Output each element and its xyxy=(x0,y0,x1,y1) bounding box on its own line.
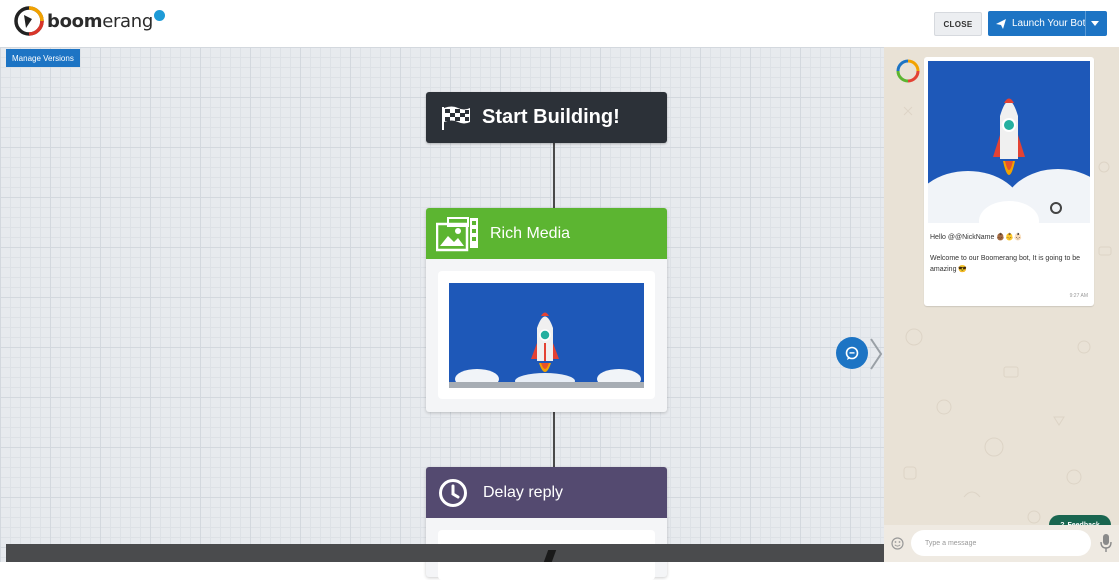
logo-mark-icon xyxy=(14,6,44,36)
chat-message-bubble: Hello @@NickName 👶🏾👶👶🏻 Welcome to our Bo… xyxy=(924,57,1094,306)
emoji-icon[interactable] xyxy=(891,537,904,550)
chat-preview-toggle-button[interactable] xyxy=(836,337,868,369)
media-gallery-icon xyxy=(436,216,478,251)
message-composer xyxy=(884,525,1119,562)
launch-bot-button[interactable]: Launch Your Bot xyxy=(988,11,1107,36)
delay-reply-header: Delay reply xyxy=(426,467,667,518)
microphone-icon[interactable] xyxy=(1100,533,1112,553)
start-building-node[interactable]: Start Building! xyxy=(426,92,667,143)
delay-reply-title: Delay reply xyxy=(483,483,564,501)
bottom-toolbar-strip xyxy=(6,544,884,562)
chat-bubble-icon xyxy=(845,346,859,360)
logo-text: boomerang xyxy=(47,10,154,32)
rich-media-node[interactable]: Rich Media xyxy=(426,208,667,412)
start-node-title: Start Building! xyxy=(482,106,620,128)
logo-badge xyxy=(154,9,166,21)
launch-bot-label: Launch Your Bot xyxy=(1012,18,1086,29)
chat-hello-text: Hello @@NickName 👶🏾👶👶🏻 xyxy=(930,234,1023,241)
checkered-flag-icon xyxy=(442,106,470,130)
rocket-illustration xyxy=(449,283,644,388)
launch-split-divider xyxy=(1085,11,1086,36)
manage-versions-button[interactable]: Manage Versions xyxy=(6,49,80,67)
flow-connector xyxy=(553,412,555,467)
rich-media-card[interactable] xyxy=(438,271,655,399)
rich-media-title: Rich Media xyxy=(490,224,571,242)
top-bar: boomerang CLOSE Launch Your Bot xyxy=(0,0,1119,46)
flow-canvas[interactable]: Manage Versions Start Building! Rich Med… xyxy=(0,47,884,580)
chat-welcome-text: Welcome to our Boomerang bot, It is goin… xyxy=(930,255,1081,273)
bot-avatar-icon xyxy=(896,59,920,83)
chevron-down-icon[interactable] xyxy=(1091,21,1099,26)
toolbar-mark xyxy=(543,550,557,562)
flow-connector xyxy=(553,143,555,208)
boomerang-logo[interactable]: boomerang xyxy=(14,6,166,36)
paper-plane-icon xyxy=(996,18,1006,29)
message-timestamp: 9:27 AM xyxy=(1069,293,1088,299)
rich-media-header: Rich Media xyxy=(426,208,667,259)
close-button[interactable]: CLOSE xyxy=(934,12,982,36)
clock-icon xyxy=(439,478,467,507)
chevron-right-icon[interactable] xyxy=(869,337,883,371)
rocket-message-image xyxy=(928,61,1090,223)
chat-preview-panel: Hello @@NickName 👶🏾👶👶🏻 Welcome to our Bo… xyxy=(884,47,1119,562)
message-input[interactable] xyxy=(911,530,1091,556)
